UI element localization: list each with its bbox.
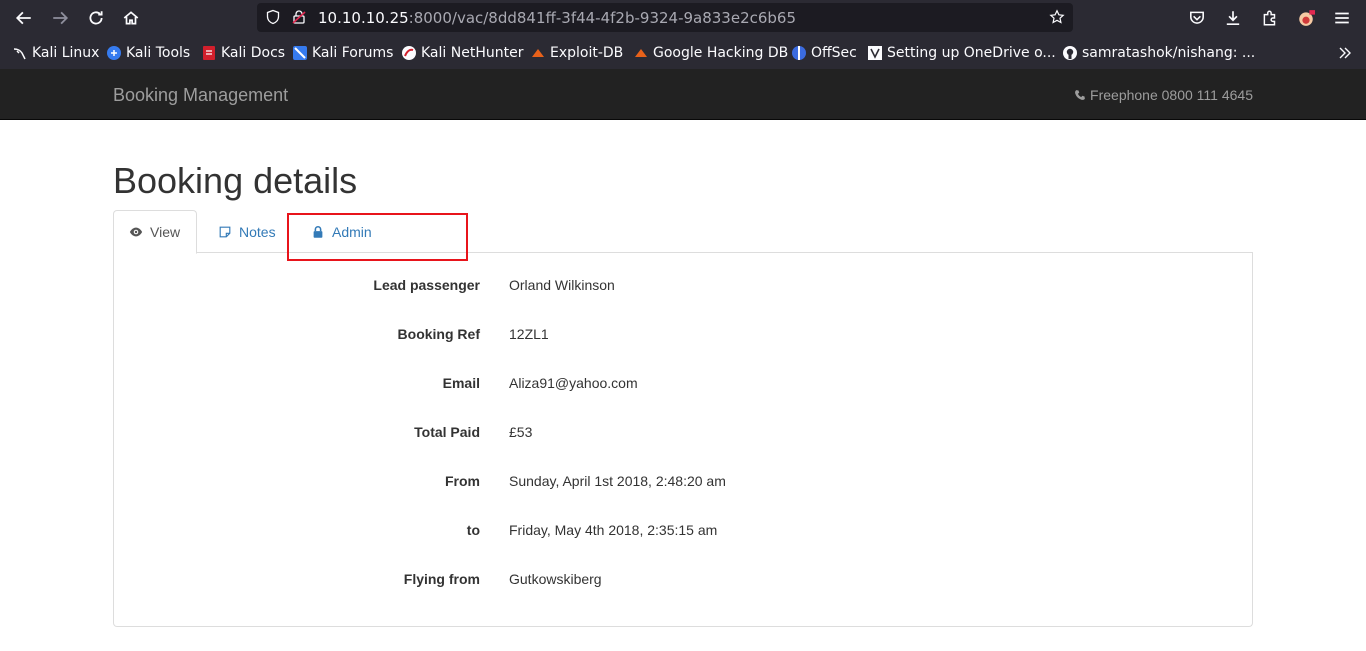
bookmark-google-hacking-db[interactable]: Google Hacking DB: [633, 44, 788, 62]
kali-tools-icon: [106, 45, 122, 61]
hamburger-menu-icon: [1335, 12, 1349, 24]
bookmark-label: Kali Linux: [32, 45, 100, 61]
detail-row-email: Email Aliza91@yahoo.com: [114, 375, 1254, 395]
arrow-right-icon: [53, 11, 69, 25]
page-title: Booking details: [113, 160, 358, 201]
bookmark-label: samratashok/nishang: ...: [1082, 45, 1256, 61]
kali-forums-icon: [292, 45, 308, 61]
bookmark-label: Kali NetHunter: [421, 45, 524, 61]
detail-label: Flying from: [403, 571, 480, 587]
detail-label: Email: [442, 375, 480, 391]
bookmark-onedrive-article[interactable]: Setting up OneDrive o...: [867, 44, 1056, 62]
detail-label: From: [445, 473, 480, 489]
detail-label: Total Paid: [414, 424, 480, 440]
detail-value: £53: [509, 424, 533, 440]
pocket-icon: [1190, 11, 1204, 24]
bookmark-offsec[interactable]: OffSec: [791, 44, 857, 62]
bookmark-label: Kali Docs: [221, 45, 286, 61]
bookmarks-toolbar: Kali Linux Kali Tools Kali Docs Kali For…: [0, 36, 1366, 69]
bookmark-kali-docs[interactable]: Kali Docs: [201, 44, 285, 62]
detail-label: Lead passenger: [373, 277, 480, 293]
bookmark-nishang[interactable]: samratashok/nishang: ...: [1062, 44, 1255, 62]
bookmark-label: Google Hacking DB: [653, 45, 789, 61]
detail-row-to: to Friday, May 4th 2018, 2:35:15 am: [114, 522, 1254, 542]
forward-button[interactable]: [48, 6, 72, 30]
phone-icon: [1075, 90, 1085, 100]
tab-label: Notes: [239, 223, 276, 240]
download-icon: [1226, 11, 1240, 26]
booking-tabs: View Notes Admin: [113, 210, 1253, 254]
bookmark-label: Setting up OneDrive o...: [887, 45, 1056, 61]
detail-value: 12ZL1: [509, 326, 549, 342]
site-navbar: Booking Management Freephone 0800 111 46…: [0, 69, 1366, 120]
account-button[interactable]: [1294, 6, 1318, 30]
ghdb-icon: [633, 45, 649, 61]
bookmark-kali-tools[interactable]: Kali Tools: [106, 44, 190, 62]
tab-view[interactable]: View: [113, 210, 197, 254]
bookmark-kali-nethunter[interactable]: Kali NetHunter: [401, 44, 523, 62]
detail-row-from: From Sunday, April 1st 2018, 2:48:20 am: [114, 473, 1254, 493]
onedrive-page-icon: [867, 45, 883, 61]
browser-toolbar: 10.10.10.25:8000/vac/8dd841ff-3f44-4f2b-…: [0, 0, 1366, 36]
phone-text: Freephone 0800 111 4645: [1090, 87, 1253, 103]
tab-label: View: [150, 224, 181, 240]
downloads-button[interactable]: [1221, 6, 1245, 30]
github-icon: [1062, 45, 1078, 61]
detail-value: Gutkowskiberg: [509, 571, 602, 587]
insecure-lock-icon[interactable]: [290, 8, 308, 26]
url-text[interactable]: 10.10.10.25:8000/vac/8dd841ff-3f44-4f2b-…: [318, 9, 796, 27]
home-button[interactable]: [119, 6, 143, 30]
bookmark-label: Exploit-DB: [550, 45, 624, 61]
url-bar[interactable]: 10.10.10.25:8000/vac/8dd841ff-3f44-4f2b-…: [257, 3, 1073, 32]
reload-button[interactable]: [84, 6, 108, 30]
note-icon: [219, 226, 231, 237]
detail-value: Aliza91@yahoo.com: [509, 375, 638, 391]
offsec-icon: [791, 45, 807, 61]
shield-icon[interactable]: [264, 8, 282, 26]
navbar-brand[interactable]: Booking Management: [113, 85, 288, 106]
url-host: 10.10.10.25: [318, 9, 409, 27]
detail-row-booking-ref: Booking Ref 12ZL1: [114, 326, 1254, 346]
url-path: :8000/vac/8dd841ff-3f44-4f2b-9324-9a833e…: [408, 9, 797, 27]
bookmark-star-icon[interactable]: [1048, 8, 1066, 26]
eye-icon: [129, 227, 143, 237]
detail-row-total-paid: Total Paid £53: [114, 424, 1254, 444]
avatar-icon: [1299, 10, 1315, 26]
bookmark-exploit-db[interactable]: Exploit-DB: [530, 44, 623, 62]
puzzle-icon: [1263, 10, 1276, 26]
double-chevron-right-icon: [1337, 45, 1353, 61]
arrow-left-icon: [15, 11, 31, 25]
detail-row-flying-from: Flying from Gutkowskiberg: [114, 571, 1254, 591]
nethunter-icon: [401, 45, 417, 61]
bookmarks-overflow-button[interactable]: [1337, 44, 1357, 62]
phone-number: Freephone 0800 111 4645: [1074, 87, 1253, 103]
detail-value: Sunday, April 1st 2018, 2:48:20 am: [509, 473, 726, 489]
booking-details-panel: Lead passenger Orland Wilkinson Booking …: [113, 253, 1253, 627]
menu-button[interactable]: [1330, 6, 1354, 30]
kali-docs-icon: [201, 45, 217, 61]
reload-icon: [89, 11, 103, 25]
bookmark-label: OffSec: [811, 45, 857, 61]
detail-label: Booking Ref: [397, 326, 480, 342]
bookmark-label: Kali Forums: [312, 45, 394, 61]
detail-value: Orland Wilkinson: [509, 277, 615, 293]
detail-value: Friday, May 4th 2018, 2:35:15 am: [509, 522, 718, 538]
home-icon: [123, 11, 139, 25]
detail-row-lead-passenger: Lead passenger Orland Wilkinson: [114, 277, 1254, 297]
kali-dragon-icon: [12, 45, 28, 61]
bookmark-kali-forums[interactable]: Kali Forums: [292, 44, 393, 62]
detail-label: to: [466, 522, 480, 538]
pocket-button[interactable]: [1185, 6, 1209, 30]
back-button[interactable]: [12, 6, 36, 30]
bookmark-label: Kali Tools: [126, 45, 191, 61]
tab-notes[interactable]: Notes: [203, 210, 291, 253]
extensions-button[interactable]: [1258, 6, 1282, 30]
exploit-db-icon: [530, 45, 546, 61]
bookmark-kali-linux[interactable]: Kali Linux: [12, 44, 99, 62]
